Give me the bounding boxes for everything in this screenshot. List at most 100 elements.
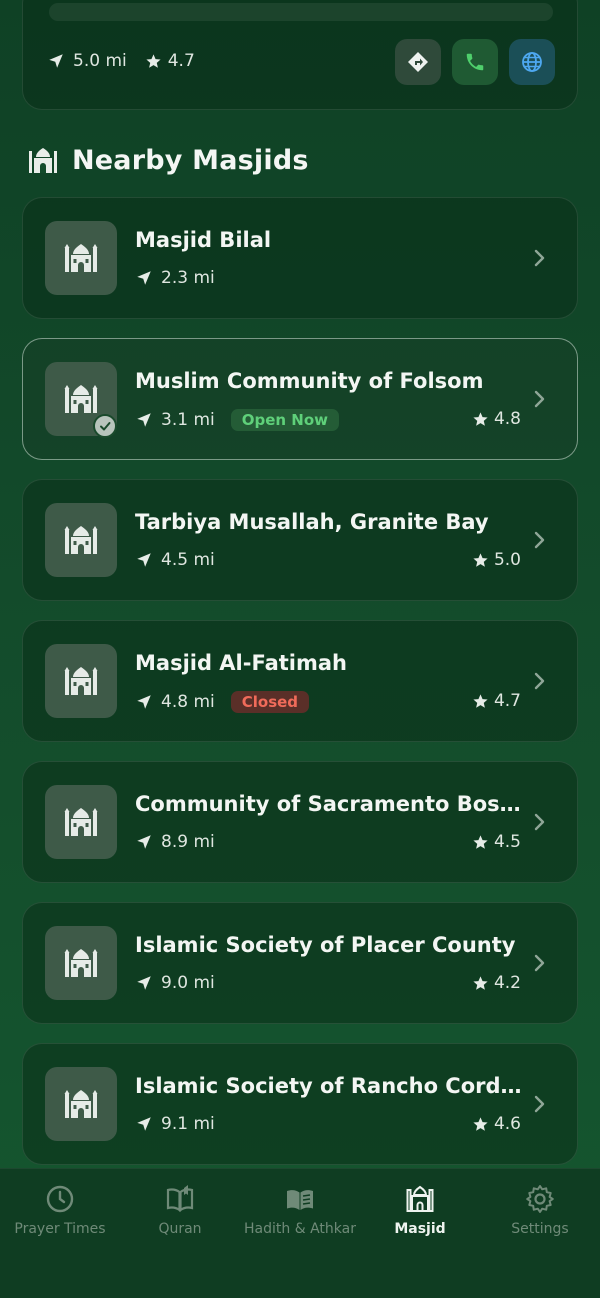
nav-label-settings: Settings bbox=[511, 1221, 569, 1237]
navigation-arrow-icon bbox=[137, 835, 151, 849]
masjid-meta: 9.0 mi bbox=[135, 973, 215, 993]
section-title: Nearby Masjids bbox=[72, 144, 309, 176]
website-button[interactable] bbox=[509, 39, 555, 85]
masjid-card[interactable]: Islamic Society of Rancho Cordo... 9.1 mi… bbox=[22, 1043, 578, 1165]
masjid-rating: 4.7 bbox=[472, 691, 521, 711]
masjid-name: Community of Sacramento Bosn... bbox=[135, 792, 527, 816]
nav-hadith-athkar[interactable]: Hadith & Athkar bbox=[240, 1183, 360, 1237]
masjid-thumbnail bbox=[45, 644, 117, 718]
open-book-icon bbox=[287, 1190, 313, 1210]
nav-label-hadith-athkar: Hadith & Athkar bbox=[244, 1221, 356, 1237]
star-icon bbox=[473, 975, 488, 990]
rating-value: 4.2 bbox=[493, 973, 521, 993]
directions-button[interactable] bbox=[395, 39, 441, 85]
masjid-distance: 4.5 mi bbox=[161, 550, 215, 570]
chevron-right-icon bbox=[534, 390, 545, 408]
chevron-right-icon bbox=[534, 672, 545, 690]
call-button[interactable] bbox=[452, 39, 498, 85]
star-icon bbox=[473, 834, 488, 849]
navigation-arrow-icon bbox=[137, 553, 151, 567]
nav-label-prayer-times: Prayer Times bbox=[14, 1221, 106, 1237]
rating-value: 5.0 bbox=[493, 550, 521, 570]
masjid-name: Masjid Bilal bbox=[135, 228, 272, 252]
masjid-rating: 4.2 bbox=[472, 973, 521, 993]
section-header: Nearby Masjids bbox=[26, 140, 309, 180]
gear-icon bbox=[526, 1185, 554, 1213]
phone-icon bbox=[466, 53, 484, 71]
star-icon bbox=[473, 552, 488, 567]
masjid-icon bbox=[64, 808, 98, 836]
masjid-card[interactable]: Muslim Community of Folsom 3.1 mi Open Now… bbox=[22, 338, 578, 460]
masjid-thumbnail bbox=[45, 503, 117, 577]
featured-meta-row: 5.0 mi 4.7 bbox=[47, 51, 195, 71]
masjid-card[interactable]: Masjid Al-Fatimah 4.8 mi Closed 4.7 bbox=[22, 620, 578, 742]
masjid-thumbnail bbox=[45, 221, 117, 295]
masjid-name: Islamic Society of Placer County bbox=[135, 933, 516, 957]
masjid-name: Muslim Community of Folsom bbox=[135, 369, 484, 393]
chevron-right-icon bbox=[534, 531, 545, 549]
masjid-icon bbox=[64, 244, 98, 272]
status-badge: Closed bbox=[230, 691, 310, 713]
masjid-rating: 4.6 bbox=[472, 1114, 521, 1134]
masjid-card[interactable]: Community of Sacramento Bosn... 8.9 mi 4.5 bbox=[22, 761, 578, 883]
masjid-meta: 3.1 mi Open Now bbox=[135, 409, 340, 431]
directions-icon bbox=[408, 52, 428, 72]
masjid-distance: 2.3 mi bbox=[161, 268, 215, 288]
nav-masjid[interactable]: Masjid bbox=[360, 1183, 480, 1237]
chevron-right-icon bbox=[534, 1095, 545, 1113]
nav-quran[interactable]: Quran bbox=[120, 1183, 240, 1237]
masjid-thumbnail bbox=[45, 1067, 117, 1141]
masjid-name: Tarbiya Musallah, Granite Bay bbox=[135, 510, 489, 534]
nav-settings[interactable]: Settings bbox=[480, 1183, 600, 1237]
status-badge: Open Now bbox=[230, 409, 340, 431]
chevron-right-icon bbox=[534, 954, 545, 972]
masjid-distance: 4.8 mi bbox=[161, 692, 215, 712]
masjid-icon bbox=[64, 949, 98, 977]
masjid-icon bbox=[64, 385, 98, 413]
masjid-name: Islamic Society of Rancho Cordo... bbox=[135, 1074, 527, 1098]
nav-label-masjid: Masjid bbox=[394, 1221, 446, 1237]
book-icon bbox=[166, 1185, 194, 1213]
navigation-arrow-icon bbox=[137, 695, 151, 709]
chevron-right-icon bbox=[534, 813, 545, 831]
clock-icon bbox=[46, 1185, 74, 1213]
masjid-card[interactable]: Islamic Society of Placer County 9.0 mi 4.… bbox=[22, 902, 578, 1024]
masjid-thumbnail bbox=[45, 926, 117, 1000]
masjid-icon bbox=[64, 1090, 98, 1118]
rating-value: 4.7 bbox=[493, 691, 521, 711]
masjid-meta: 2.3 mi bbox=[135, 268, 215, 288]
masjid-card[interactable]: Masjid Bilal 2.3 mi bbox=[22, 197, 578, 319]
masjid-rating: 4.8 bbox=[472, 409, 521, 429]
featured-card-image-strip bbox=[49, 3, 553, 21]
star-icon bbox=[473, 693, 488, 708]
navigation-arrow-icon bbox=[137, 976, 151, 990]
masjid-distance: 3.1 mi bbox=[161, 410, 215, 430]
featured-masjid-card[interactable]: 5.0 mi 4.7 bbox=[22, 0, 578, 110]
featured-distance: 5.0 mi bbox=[73, 51, 127, 71]
nav-prayer-times[interactable]: Prayer Times bbox=[0, 1183, 120, 1237]
masjid-distance: 9.0 mi bbox=[161, 973, 215, 993]
navigation-arrow-icon bbox=[49, 54, 63, 68]
masjid-distance: 9.1 mi bbox=[161, 1114, 215, 1134]
navigation-arrow-icon bbox=[137, 413, 151, 427]
navigation-arrow-icon bbox=[137, 271, 151, 285]
masjid-icon bbox=[29, 148, 57, 173]
bottom-navigation: Prayer Times Quran Hadith & Athkar Masji… bbox=[0, 1168, 600, 1298]
masjid-rating: 4.5 bbox=[472, 832, 521, 852]
masjid-card[interactable]: Tarbiya Musallah, Granite Bay 4.5 mi 5.0 bbox=[22, 479, 578, 601]
masjid-meta: 9.1 mi bbox=[135, 1114, 215, 1134]
masjid-icon bbox=[64, 526, 98, 554]
masjid-meta: 4.8 mi Closed bbox=[135, 691, 310, 713]
masjid-rating: 5.0 bbox=[472, 550, 521, 570]
rating-value: 4.8 bbox=[493, 409, 521, 429]
rating-value: 4.5 bbox=[493, 832, 521, 852]
masjid-icon bbox=[406, 1185, 434, 1212]
rating-value: 4.6 bbox=[493, 1114, 521, 1134]
masjid-thumbnail bbox=[45, 785, 117, 859]
navigation-arrow-icon bbox=[137, 1117, 151, 1131]
globe-icon bbox=[522, 52, 542, 72]
masjid-distance: 8.9 mi bbox=[161, 832, 215, 852]
star-icon bbox=[473, 411, 488, 426]
masjid-meta: 4.5 mi bbox=[135, 550, 215, 570]
masjid-icon bbox=[64, 667, 98, 695]
